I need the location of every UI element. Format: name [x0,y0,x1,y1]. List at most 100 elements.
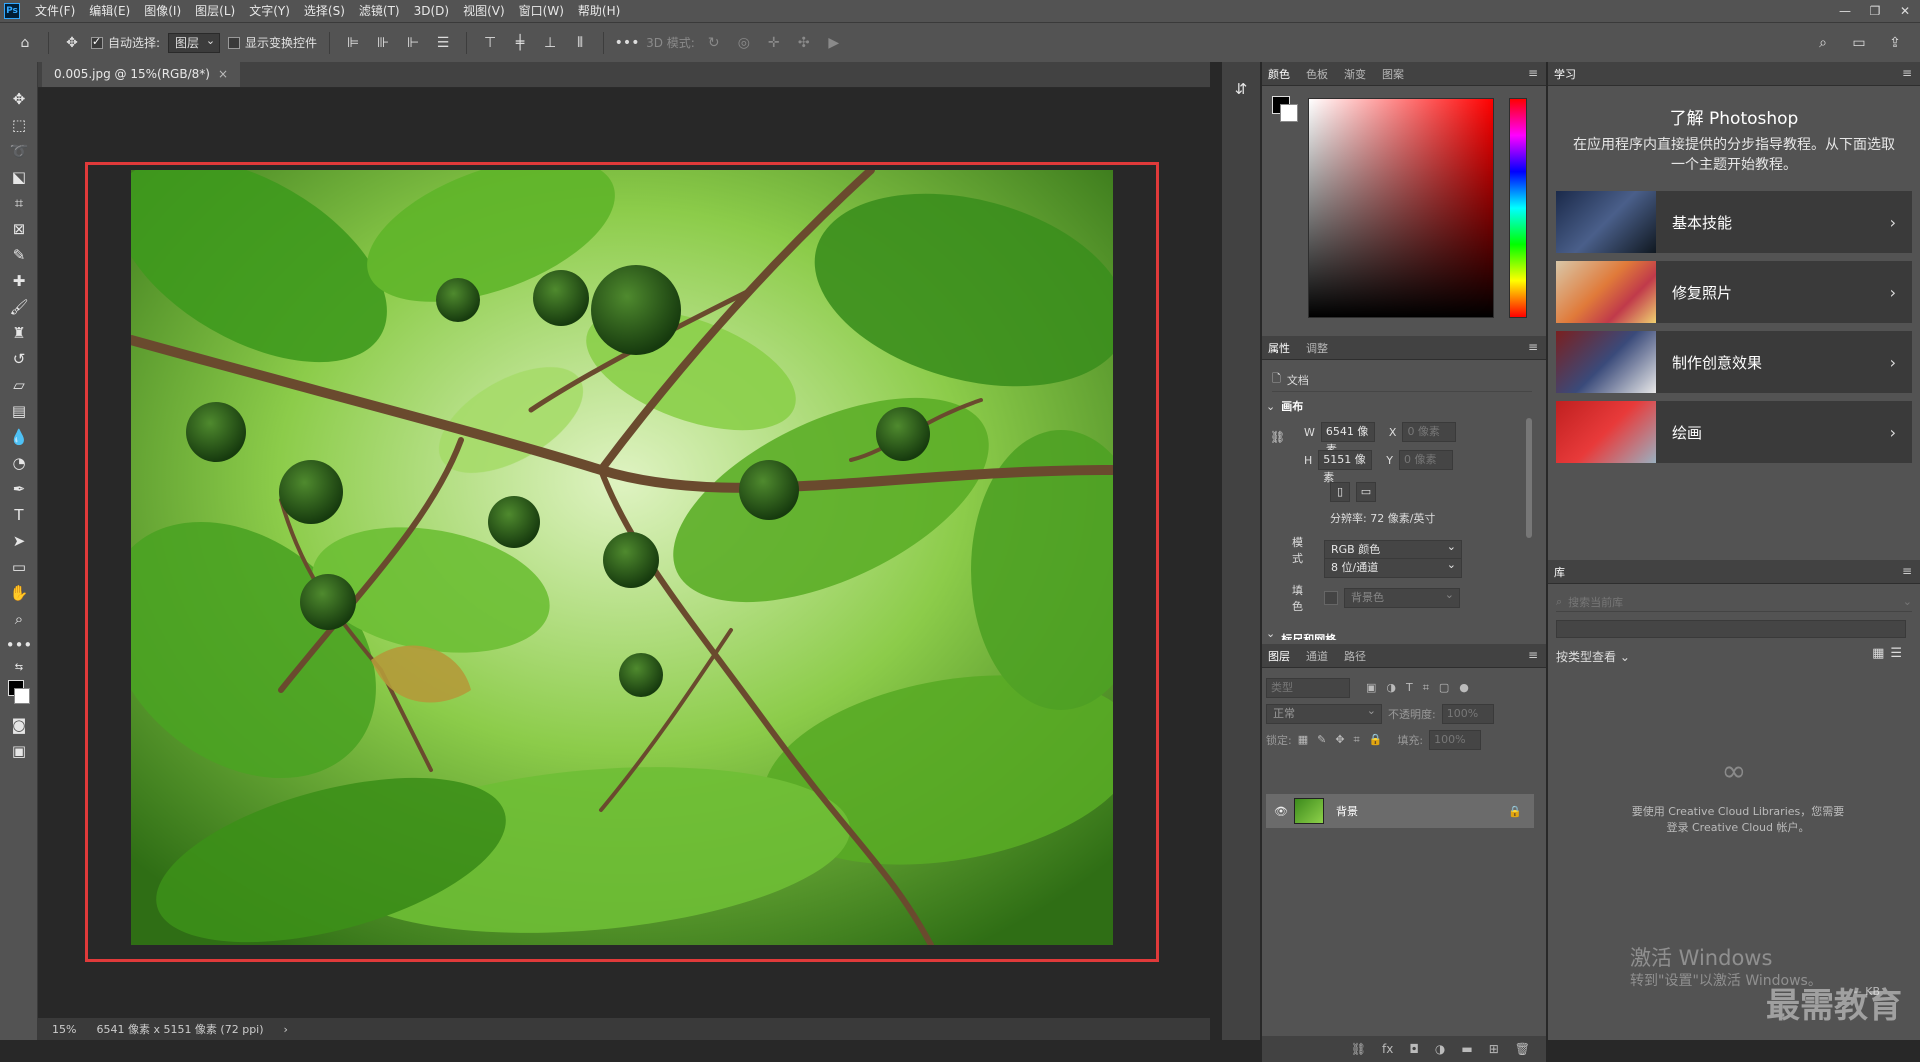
show-transform-checkbox[interactable]: 显示变换控件 [228,34,317,51]
menu-edit[interactable]: 编辑(E) [82,0,137,22]
new-layer-icon[interactable]: ⊞ [1489,1042,1499,1056]
fx-icon[interactable]: fx [1382,1042,1393,1056]
status-arrow-icon[interactable]: › [284,1023,288,1036]
view-toggle-icons[interactable]: ▦☰ [1872,646,1908,661]
tab-patterns[interactable]: 图案 [1382,66,1404,82]
fill-swatch[interactable] [1324,591,1338,605]
close-icon[interactable]: ✕ [1890,4,1920,18]
portrait-icon[interactable]: ▯ [1330,482,1350,502]
shape-tool-icon[interactable]: ▭ [0,554,38,580]
learn-card-fix-photos[interactable]: 修复照片 › [1556,261,1912,323]
width-field[interactable]: 6541 像素 [1320,422,1375,456]
tab-properties[interactable]: 属性 [1268,340,1290,356]
menu-window[interactable]: 窗口(W) [512,0,571,22]
object-select-tool-icon[interactable]: ⬕ [0,164,38,190]
blur-tool-icon[interactable]: 💧 [0,424,38,450]
learn-card-fundamentals[interactable]: 基本技能 › [1556,191,1912,253]
visibility-eye-icon[interactable]: 👁 [1274,805,1288,818]
align-bottom-icon[interactable]: ⊥ [539,32,561,54]
orbit-3d-icon[interactable]: ↻ [703,32,725,54]
bit-depth-dropdown[interactable]: 8 位/通道 [1324,556,1462,578]
tab-color[interactable]: 颜色 [1268,66,1290,82]
home-icon[interactable]: ⌂ [14,32,36,54]
fill-field[interactable]: 100% [1429,730,1482,750]
menu-help[interactable]: 帮助(H) [571,0,627,22]
panel-menu-icon[interactable]: ≡ [1902,66,1912,80]
delete-layer-icon[interactable]: 🗑 [1515,1042,1530,1056]
color-field[interactable] [1308,98,1494,318]
tab-gradients[interactable]: 渐变 [1344,66,1366,82]
history-panel-icon[interactable]: ⇵ [1222,76,1260,102]
restore-icon[interactable]: ❐ [1860,4,1890,18]
hue-slider[interactable] [1509,98,1527,318]
menu-image[interactable]: 图像(I) [137,0,188,22]
background-color-swatch[interactable] [1280,104,1298,122]
marquee-tool-icon[interactable]: ⬚ [0,112,38,138]
brush-tool-icon[interactable]: 🖌 [0,294,38,320]
adjustment-layer-icon[interactable]: ◑ [1435,1042,1445,1056]
align-middle-icon[interactable]: ╪ [509,32,531,54]
rulers-section-header[interactable]: ⌄ 标尺和网格 [1266,614,1530,640]
zoom-tool-icon[interactable]: ⌕ [0,606,38,632]
auto-select-dropdown[interactable]: 图层 [168,32,221,53]
search-icon[interactable]: ⌕ [1812,32,1834,54]
canvas-area[interactable] [38,88,1210,1018]
layer-filter-icons[interactable]: ▣◑T⌗▢● [1366,681,1479,695]
align-center-icon[interactable]: ⊪ [372,32,394,54]
layer-background[interactable]: 👁 背景 🔒 [1266,794,1534,828]
blend-mode-dropdown[interactable]: 正常 [1266,702,1382,724]
dodge-tool-icon[interactable]: ◔ [0,450,38,476]
align-top-icon[interactable]: ⊤ [479,32,501,54]
color-swatches[interactable] [0,676,38,712]
hand-tool-icon[interactable]: ✋ [0,580,38,606]
lock-icons[interactable]: ▦✎✥⌗🔒 [1298,733,1392,747]
quick-mask-icon[interactable]: ◙ [0,712,38,738]
link-dimensions-icon[interactable]: ⛓ [1270,430,1285,444]
distribute-vertical-icon[interactable]: ⫴ [569,32,591,54]
view-by-type-dropdown[interactable]: 按类型查看 ⌄ [1556,648,1630,665]
path-select-tool-icon[interactable]: ➤ [0,528,38,554]
zoom-level[interactable]: 15% [52,1023,76,1036]
layer-name[interactable]: 背景 [1336,803,1358,819]
link-layers-icon[interactable]: ⛓ [1351,1042,1366,1056]
menu-filter[interactable]: 滤镜(T) [352,0,407,22]
document-info[interactable]: 6541 像素 x 5151 像素 (72 ppi) [96,1021,263,1037]
properties-scrollbar[interactable] [1526,418,1532,538]
more-options-icon[interactable]: ••• [615,32,640,54]
mode-dropdown[interactable]: RGB 颜色 [1324,538,1462,560]
tab-channels[interactable]: 通道 [1306,648,1328,664]
background-color-swatch[interactable] [14,688,30,704]
tab-paths[interactable]: 路径 [1344,648,1366,664]
height-field[interactable]: 5151 像素 [1318,450,1373,484]
menu-3d[interactable]: 3D(D) [407,0,456,22]
menu-type[interactable]: 文字(Y) [242,0,297,22]
tab-swatches[interactable]: 色板 [1306,66,1328,82]
tab-adjustments[interactable]: 调整 [1306,340,1328,356]
roll-3d-icon[interactable]: ◎ [733,32,755,54]
move-tool-icon[interactable]: ✥ [0,86,38,112]
new-group-icon[interactable]: ▬ [1461,1042,1472,1056]
lock-icon[interactable]: 🔒 [1508,805,1522,818]
tab-libraries[interactable]: 库 [1554,564,1565,580]
learn-card-creative-effects[interactable]: 制作创意效果 › [1556,331,1912,393]
healing-tool-icon[interactable]: ✚ [0,268,38,294]
align-right-icon[interactable]: ⊩ [402,32,424,54]
share-icon[interactable]: ⇪ [1884,32,1906,54]
tab-layers[interactable]: 图层 [1268,648,1290,664]
workspace-icon[interactable]: ▭ [1848,32,1870,54]
panel-menu-icon[interactable]: ≡ [1528,648,1538,662]
fill-dropdown[interactable]: 背景色 [1344,586,1460,608]
y-field[interactable]: 0 像素 [1399,450,1454,470]
slide-3d-icon[interactable]: ✣ [793,32,815,54]
menu-view[interactable]: 视图(V) [456,0,512,22]
frame-tool-icon[interactable]: ⊠ [0,216,38,242]
crop-tool-icon[interactable]: ⌗ [0,190,38,216]
learn-card-painting[interactable]: 绘画 › [1556,401,1912,463]
landscape-icon[interactable]: ▭ [1356,482,1376,502]
library-select-dropdown[interactable] [1556,620,1906,638]
pan-3d-icon[interactable]: ✛ [763,32,785,54]
layer-filter-dropdown[interactable]: 类型 [1266,678,1350,698]
menu-file[interactable]: 文件(F) [28,0,82,22]
move-tool-icon[interactable]: ✥ [61,32,83,54]
eraser-tool-icon[interactable]: ▱ [0,372,38,398]
